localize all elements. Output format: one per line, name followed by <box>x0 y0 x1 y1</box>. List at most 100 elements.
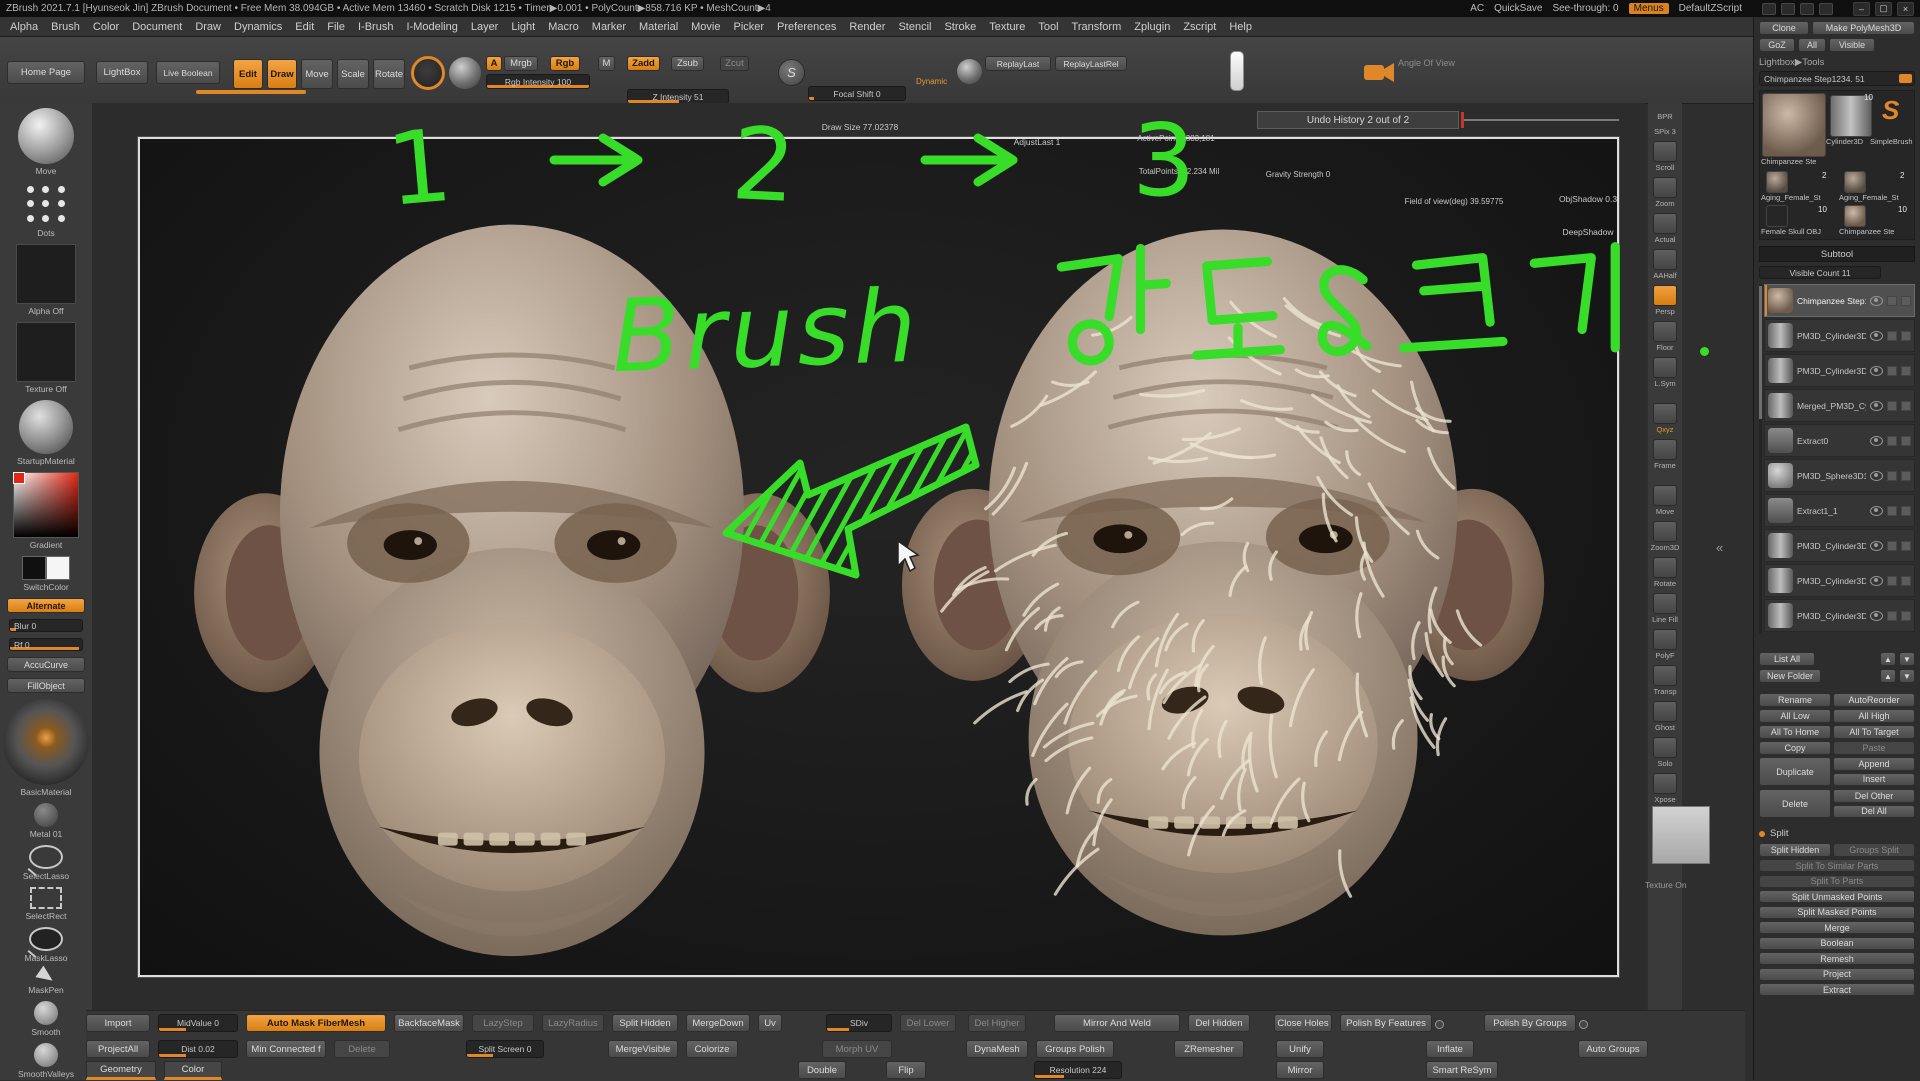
maximize-button[interactable]: ▢ <box>1875 2 1892 16</box>
bottom-mergedown[interactable]: MergeDown <box>686 1014 750 1032</box>
tray-fillobject[interactable]: FillObject <box>7 678 85 693</box>
active-tool-slider[interactable]: Chimpanzee Step1234. 51 <box>1759 71 1915 86</box>
shelf-solo[interactable]: Solo <box>1653 737 1677 768</box>
menu-render[interactable]: Render <box>849 21 885 33</box>
bottom-mergevisible[interactable]: MergeVisible <box>608 1040 678 1058</box>
tool-thumb-aging-female-st[interactable] <box>1766 171 1788 193</box>
titlebar-quicksave[interactable]: QuickSave <box>1494 3 1542 14</box>
dynamic-label[interactable]: Dynamic <box>916 77 947 86</box>
rf-0-slider[interactable]: Rf 0 <box>9 638 83 651</box>
subtool-row-extract1-1[interactable]: Extract1_1 <box>1764 494 1915 527</box>
a-button[interactable]: A <box>486 56 502 71</box>
bottom-del-hidden[interactable]: Del Hidden <box>1188 1014 1250 1032</box>
shelf-line-fill[interactable]: Line Fill <box>1652 593 1678 624</box>
bottom-groups-polish[interactable]: Groups Polish <box>1036 1040 1114 1058</box>
bottom-close-holes[interactable]: Close Holes <box>1274 1014 1332 1032</box>
document-canvas[interactable] <box>138 137 1619 977</box>
scale-button[interactable]: Scale <box>337 59 369 89</box>
shelf-l-sym[interactable]: L.Sym <box>1653 357 1677 388</box>
subtool-option-icon[interactable] <box>1887 541 1897 551</box>
tray-alpha-off[interactable]: Alpha Off <box>16 244 76 316</box>
menu-macro[interactable]: Macro <box>548 21 579 33</box>
minimize-button[interactable]: – <box>1853 2 1870 16</box>
tray-move[interactable]: Move <box>18 108 74 176</box>
bottom-sdiv[interactable]: SDiv <box>826 1014 892 1032</box>
tool-thumb-aging-female-st[interactable] <box>1844 171 1866 193</box>
shelf-polyf[interactable]: PolyF <box>1653 629 1677 660</box>
shelf-bpr[interactable]: BPR <box>1657 111 1672 121</box>
menu-color[interactable]: Color <box>93 21 119 33</box>
shelf-aahalf[interactable]: AAHalf <box>1653 249 1677 280</box>
duplicate-button[interactable]: Duplicate <box>1759 757 1831 786</box>
switch-color-icon[interactable] <box>22 556 70 580</box>
panel-divider-handle[interactable]: « <box>1716 540 1723 555</box>
subtool-row-pm3d-cylinder3d3-2[interactable]: PM3D_Cylinder3D3_2 <box>1764 354 1915 387</box>
subtool-option-icon[interactable] <box>1901 541 1911 551</box>
menu-brush[interactable]: Brush <box>51 21 80 33</box>
bottom-unify[interactable]: Unify <box>1276 1040 1324 1058</box>
focal-shift-slider[interactable]: Focal Shift 0 <box>808 86 906 101</box>
goz-visible-button[interactable]: Visible <box>1829 38 1875 52</box>
titlebar-see-through-0[interactable]: See-through: 0 <box>1552 3 1618 14</box>
bottom-del-higher[interactable]: Del Higher <box>968 1014 1026 1032</box>
subtool-option-icon[interactable] <box>1901 506 1911 516</box>
titlebar-menus[interactable]: Menus <box>1629 3 1669 14</box>
visibility-eye-icon[interactable] <box>1870 296 1883 306</box>
bottom-zremesher[interactable]: ZRemesher <box>1174 1040 1244 1058</box>
tray-selectrect[interactable]: SelectRect <box>25 887 66 921</box>
dots-stroke-icon[interactable] <box>23 182 69 226</box>
replay-last-rel-button[interactable]: ReplayLastRel <box>1055 56 1127 71</box>
shelf-persp[interactable]: Persp <box>1653 285 1677 316</box>
move-down-button[interactable]: ▼ <box>1899 652 1915 666</box>
zadd-button[interactable]: Zadd <box>627 56 660 71</box>
tray-gradient[interactable]: Gradient <box>13 472 79 550</box>
delete-button[interactable]: Delete <box>1759 789 1831 818</box>
shelf-ghost[interactable]: Ghost <box>1653 701 1677 732</box>
subtool-row-pm3d-cylinder3d3-1[interactable]: PM3D_Cylinder3D3_1 <box>1764 319 1915 352</box>
visibility-eye-icon[interactable] <box>1870 366 1883 376</box>
split-masked-points-button[interactable]: Split Masked Points <box>1759 906 1915 919</box>
bottom-geometry[interactable]: Geometry <box>86 1061 156 1080</box>
split-to-similar-parts-button[interactable]: Split To Similar Parts <box>1759 859 1915 872</box>
tray-blur-0[interactable]: Blur 0 <box>9 619 83 632</box>
menu-edit[interactable]: Edit <box>295 21 314 33</box>
bottom-flip[interactable]: Flip <box>886 1061 926 1079</box>
menu-material[interactable]: Material <box>639 21 678 33</box>
shelf-rotate[interactable]: Rotate <box>1653 557 1677 588</box>
menu-i-brush[interactable]: I-Brush <box>358 21 393 33</box>
rotate-button[interactable]: Rotate <box>373 59 405 89</box>
subtool-row-pm3d-cylinder3d4[interactable]: PM3D_Cylinder3D4 <box>1764 564 1915 597</box>
menu-light[interactable]: Light <box>511 21 535 33</box>
rgb-intensity-slider[interactable]: Rgb Intensity 100 <box>486 74 590 89</box>
select-rect-icon[interactable] <box>30 887 62 909</box>
new-folder-button[interactable]: New Folder <box>1759 669 1821 683</box>
m-button[interactable]: M <box>598 56 615 71</box>
project-button[interactable]: Project <box>1759 968 1915 981</box>
tray-startupmaterial[interactable]: StartupMaterial <box>17 400 75 466</box>
bottom-polish-by-features[interactable]: Polish By Features <box>1340 1014 1432 1032</box>
angle-of-view-camera-icon[interactable] <box>1363 58 1395 86</box>
bottom-mirror-and-weld[interactable]: Mirror And Weld <box>1054 1014 1180 1032</box>
brush-icon[interactable] <box>411 56 445 90</box>
alternate-button[interactable]: Alternate <box>7 598 85 613</box>
bottom-polish-by-groups[interactable]: Polish By Groups <box>1484 1014 1576 1032</box>
vertical-slider[interactable] <box>1230 51 1244 91</box>
tool-thumb-female-skull-obj[interactable] <box>1766 205 1788 227</box>
bottom-min-connected-f[interactable]: Min Connected f <box>246 1040 326 1058</box>
draw-button[interactable]: Draw <box>267 59 297 89</box>
menu-help[interactable]: Help <box>1229 21 1252 33</box>
bottom-lazystep[interactable]: LazyStep <box>472 1014 534 1032</box>
tray-metal-01[interactable]: Metal 01 <box>30 803 63 839</box>
stroke-preview-icon[interactable] <box>449 57 481 89</box>
subtool-option-icon[interactable] <box>1901 471 1911 481</box>
rgb-button[interactable]: Rgb <box>550 56 580 71</box>
subtool-scrollbar[interactable] <box>1759 284 1762 634</box>
split-section-label[interactable]: Split <box>1759 828 1915 839</box>
subtool-option-icon[interactable] <box>1887 436 1897 446</box>
shelf-move[interactable]: Move <box>1653 485 1677 516</box>
menu-draw[interactable]: Draw <box>195 21 221 33</box>
app-icon[interactable] <box>1762 3 1776 15</box>
paste-button[interactable]: Paste <box>1833 741 1915 755</box>
tray-selectlasso[interactable]: SelectLasso <box>23 845 69 881</box>
del-other-button[interactable]: Del Other <box>1833 789 1915 803</box>
